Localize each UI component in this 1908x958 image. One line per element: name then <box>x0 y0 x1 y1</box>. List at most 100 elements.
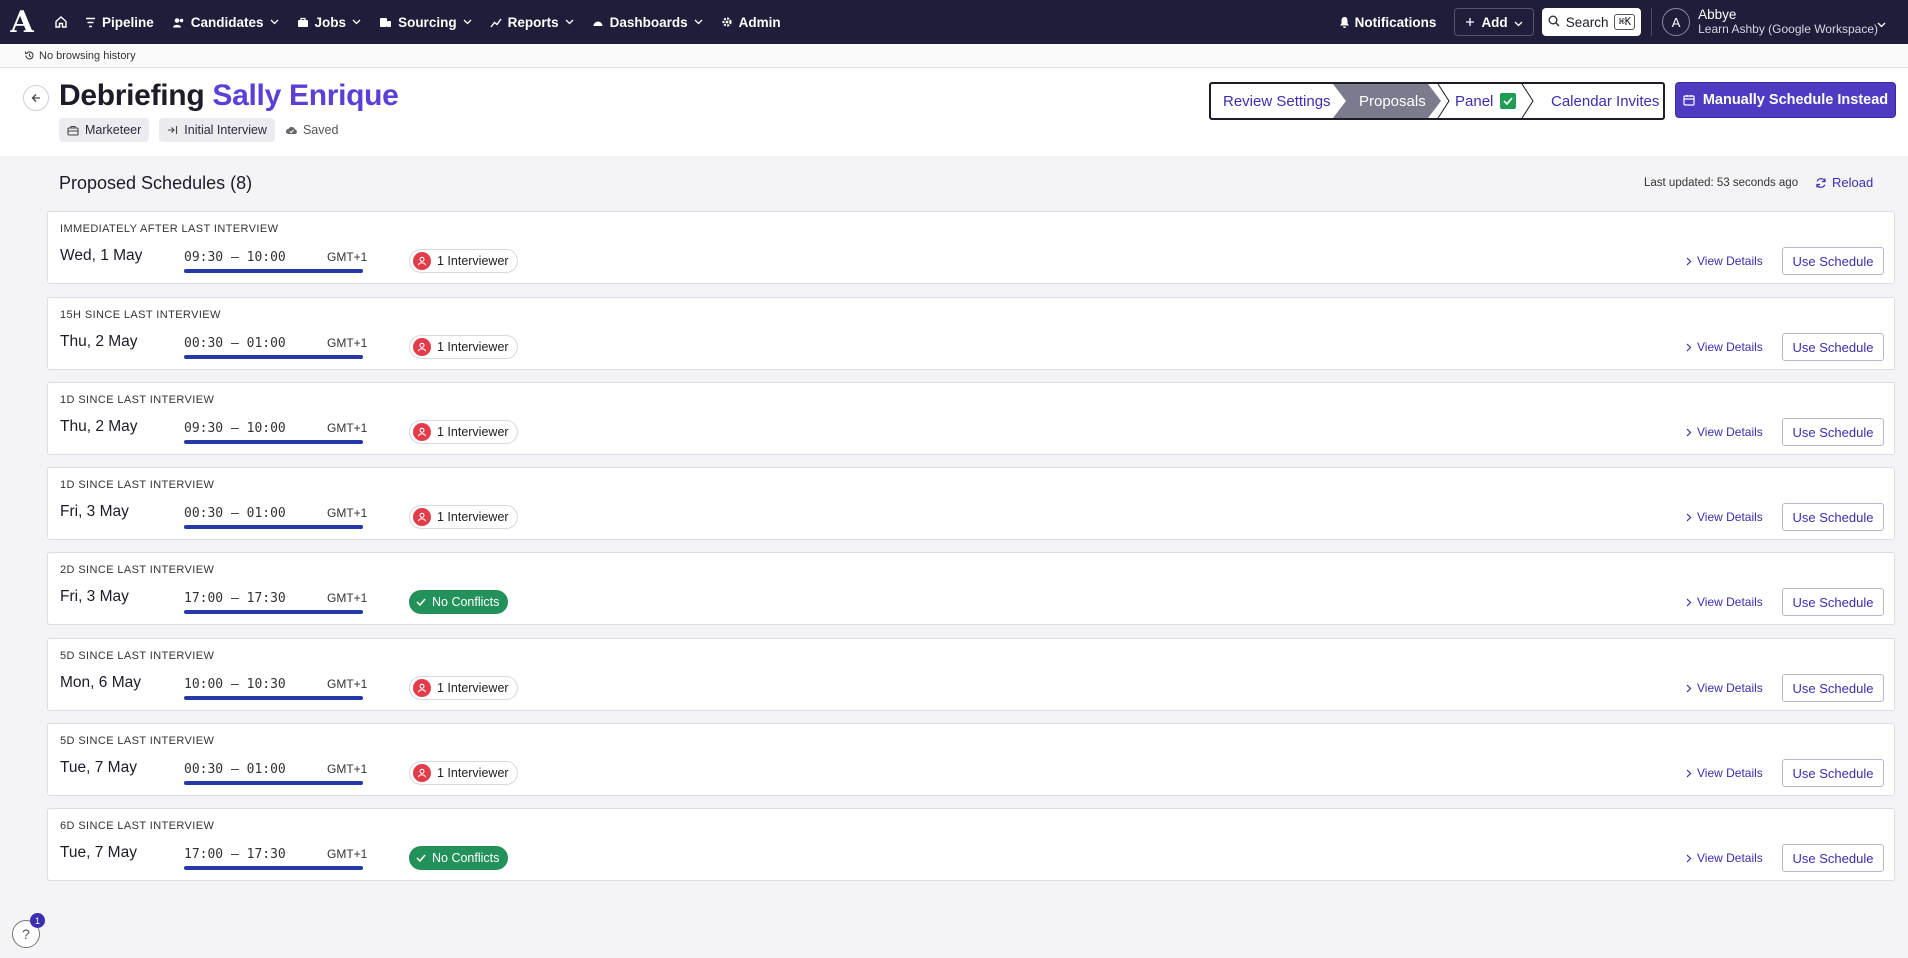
interviewer-conflict-badge[interactable]: 1 Interviewer <box>409 249 518 273</box>
view-details-label: View Details <box>1697 681 1763 695</box>
use-schedule-button[interactable]: Use Schedule <box>1782 418 1884 446</box>
avatar[interactable]: A <box>1662 8 1691 36</box>
manually-schedule-button[interactable]: Manually Schedule Instead <box>1675 82 1896 118</box>
step-proposals[interactable]: Proposals <box>1333 84 1441 118</box>
chevron-right-icon <box>1686 684 1692 693</box>
schedule-time-range: 00:30 – 01:00 <box>184 762 286 777</box>
top-navigation: A Pipeline Candidates Jobs Sourcing Reports D… <box>0 0 1908 44</box>
badge-label: 1 Interviewer <box>437 766 509 780</box>
back-button[interactable] <box>23 85 49 111</box>
reload-button[interactable]: Reload <box>1815 175 1873 190</box>
candidate-name[interactable]: Sally Enrique <box>212 79 398 112</box>
history-text[interactable]: No browsing history <box>39 50 136 62</box>
schedule-card: Immediately after last interview Wed, 1 M… <box>47 211 1895 284</box>
browsing-history-bar: No browsing history <box>0 44 1908 68</box>
schedule-date: Mon, 6 May <box>60 674 141 691</box>
use-schedule-button[interactable]: Use Schedule <box>1782 759 1884 787</box>
interviewer-conflict-badge[interactable]: 1 Interviewer <box>409 676 518 700</box>
step-panel[interactable]: Panel <box>1441 84 1533 118</box>
home-icon[interactable] <box>46 0 76 44</box>
use-schedule-button[interactable]: Use Schedule <box>1782 333 1884 361</box>
stage-tag-label: Initial Interview <box>184 123 267 137</box>
chart-icon <box>490 17 502 28</box>
chevron-down-icon[interactable] <box>1877 15 1886 33</box>
schedule-relative-time: 6d since last interview <box>60 820 215 832</box>
view-details-link[interactable]: View Details <box>1686 340 1763 354</box>
chevron-right-icon <box>1686 428 1692 437</box>
nav-item-pipeline[interactable]: Pipeline <box>76 0 163 44</box>
calendar-icon <box>1683 94 1695 106</box>
stage-tag[interactable]: Initial Interview <box>159 118 275 142</box>
person-icon <box>413 764 431 782</box>
schedule-timeline-bar <box>184 610 363 614</box>
chevron-down-icon <box>270 19 279 25</box>
schedule-card: 1d since last interview Thu, 2 May 09:30 –… <box>47 382 1895 455</box>
schedule-timeline-bar <box>184 355 363 359</box>
notifications-button[interactable]: Notifications <box>1339 15 1436 30</box>
section-title: Proposed Schedules (8) <box>59 173 253 193</box>
view-details-link[interactable]: View Details <box>1686 681 1763 695</box>
nav-item-admin[interactable]: Admin <box>712 0 790 44</box>
person-icon <box>413 679 431 697</box>
search-button[interactable]: Search ⌘K <box>1541 8 1642 36</box>
ashby-logo[interactable]: A <box>0 0 44 44</box>
step-label: Proposals <box>1359 92 1426 110</box>
nav-item-dashboards[interactable]: Dashboards <box>583 0 712 44</box>
step-review-settings[interactable]: Review Settings <box>1211 84 1345 118</box>
schedule-date: Tue, 7 May <box>60 844 137 861</box>
people-icon <box>172 17 185 28</box>
reload-label: Reload <box>1832 175 1874 190</box>
user-menu[interactable]: Abbye Learn Ashby (Google Workspace) <box>1698 7 1878 37</box>
chevron-down-icon <box>694 19 703 25</box>
use-schedule-button[interactable]: Use Schedule <box>1782 674 1884 702</box>
use-schedule-button[interactable]: Use Schedule <box>1782 844 1884 872</box>
no-conflicts-badge: No Conflicts <box>409 846 509 870</box>
checkmark-icon <box>416 854 426 862</box>
interviewer-conflict-badge[interactable]: 1 Interviewer <box>409 761 518 785</box>
use-schedule-button[interactable]: Use Schedule <box>1782 588 1884 616</box>
badge-label: 1 Interviewer <box>437 425 509 439</box>
use-schedule-label: Use Schedule <box>1792 850 1874 866</box>
view-details-link[interactable]: View Details <box>1686 254 1763 268</box>
schedule-card: 15h since last interview Thu, 2 May 00:30 … <box>47 297 1895 370</box>
schedule-timeline-bar <box>184 696 363 700</box>
schedule-timezone: GMT+1 <box>327 421 368 435</box>
nav-item-label: Jobs <box>314 14 347 30</box>
use-schedule-label: Use Schedule <box>1792 253 1874 269</box>
schedule-card: 1d since last interview Fri, 3 May 00:30 –… <box>47 467 1895 540</box>
checkmark-icon <box>1500 93 1517 109</box>
schedule-card: 5d since last interview Tue, 7 May 00:30 –… <box>47 723 1895 796</box>
search-icon <box>1548 15 1560 30</box>
use-schedule-button[interactable]: Use Schedule <box>1782 247 1884 275</box>
step-calendar-invites[interactable]: Calendar Invites <box>1533 84 1659 118</box>
gauge-icon <box>592 17 604 28</box>
interviewer-conflict-badge[interactable]: 1 Interviewer <box>409 505 518 529</box>
view-details-link[interactable]: View Details <box>1686 595 1763 609</box>
help-notification-badge: 1 <box>30 913 45 928</box>
last-updated: Last updated: 53 seconds ago <box>1644 177 1799 189</box>
view-details-link[interactable]: View Details <box>1686 425 1763 439</box>
use-schedule-label: Use Schedule <box>1792 509 1874 525</box>
chevron-right-icon <box>1686 769 1692 778</box>
view-details-link[interactable]: View Details <box>1686 851 1763 865</box>
interviewer-conflict-badge[interactable]: 1 Interviewer <box>409 335 518 359</box>
nav-item-jobs[interactable]: Jobs <box>288 0 371 44</box>
interviewer-conflict-badge[interactable]: 1 Interviewer <box>409 420 518 444</box>
job-tag[interactable]: Marketeer <box>59 118 150 142</box>
badge-label: 1 Interviewer <box>437 510 509 524</box>
schedule-timezone: GMT+1 <box>327 677 368 691</box>
badge-label: 1 Interviewer <box>437 254 509 268</box>
saved-label: Saved <box>302 123 339 137</box>
chevron-down-icon <box>463 19 472 25</box>
view-details-link[interactable]: View Details <box>1686 510 1763 524</box>
schedule-card: 6d since last interview Tue, 7 May 17:00 –… <box>47 808 1895 881</box>
use-schedule-label: Use Schedule <box>1792 594 1874 610</box>
use-schedule-button[interactable]: Use Schedule <box>1782 503 1884 531</box>
add-button[interactable]: Add <box>1454 8 1534 36</box>
nav-item-reports[interactable]: Reports <box>481 0 583 44</box>
view-details-link[interactable]: View Details <box>1686 766 1763 780</box>
nav-item-sourcing[interactable]: Sourcing <box>370 0 481 44</box>
nav-item-candidates[interactable]: Candidates <box>163 0 288 44</box>
sourcing-icon <box>379 17 392 28</box>
chevron-right-icon <box>1686 257 1692 266</box>
